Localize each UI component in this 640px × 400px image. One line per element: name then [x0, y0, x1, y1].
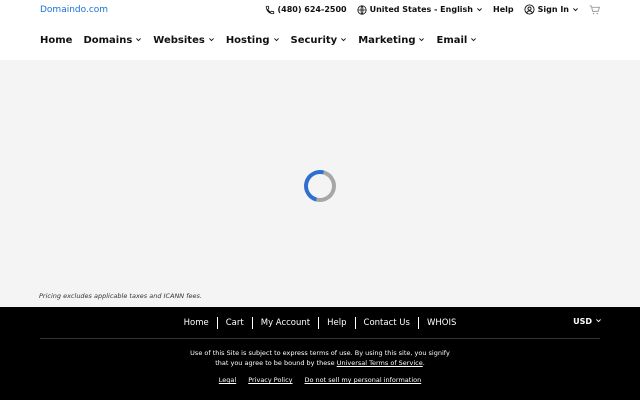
legal-line-2-suffix: .	[422, 359, 425, 367]
globe-icon	[357, 4, 367, 15]
legal-links: Legal Privacy Policy Do not sell my pers…	[0, 376, 640, 384]
footer-link-contact-us[interactable]: Contact Us	[356, 318, 418, 328]
footer-link-help[interactable]: Help	[319, 318, 354, 328]
privacy-policy-link[interactable]: Privacy Policy	[248, 376, 292, 384]
footer-links: Home Cart My Account Help Contact Us WHO…	[0, 317, 640, 329]
legal-disclaimer: Use of this Site is subject to express t…	[0, 348, 640, 368]
chevron-down-icon	[476, 6, 483, 13]
phone-icon	[265, 5, 275, 15]
nav-item-websites[interactable]: Websites	[153, 35, 215, 46]
nav-label: Marketing	[358, 35, 416, 46]
sign-in-label: Sign In	[537, 5, 569, 14]
phone-link[interactable]: (480) 624-2500	[265, 5, 347, 15]
footer-link-cart[interactable]: Cart	[218, 318, 252, 328]
chevron-down-icon	[273, 35, 280, 46]
chevron-down-icon	[208, 35, 215, 46]
nav-item-security[interactable]: Security	[291, 35, 348, 46]
nav-label: Email	[436, 35, 468, 46]
nav-item-marketing[interactable]: Marketing	[358, 35, 425, 46]
brand-logo-link[interactable]: Domaindo.com	[40, 5, 108, 15]
nav-item-hosting[interactable]: Hosting	[226, 35, 280, 46]
sign-in-menu[interactable]: Sign In	[524, 4, 579, 15]
do-not-sell-link[interactable]: Do not sell my personal information	[305, 376, 422, 384]
legal-line-2-prefix: that you agree to be bound by these	[215, 359, 335, 367]
chevron-down-icon	[572, 6, 579, 13]
user-icon	[524, 4, 535, 15]
footer-link-my-account[interactable]: My Account	[253, 318, 318, 328]
chevron-down-icon	[340, 35, 347, 46]
utility-nav: (480) 624-2500 United States - English H…	[265, 4, 600, 15]
top-bar: Domaindo.com (480) 624-2500 United State…	[0, 0, 640, 24]
footer-link-whois[interactable]: WHOIS	[419, 318, 464, 328]
chevron-down-icon	[135, 35, 142, 46]
nav-label: Security	[290, 35, 338, 46]
help-label: Help	[493, 5, 514, 14]
main-content: Pricing excludes applicable taxes and IC…	[0, 60, 640, 307]
nav-item-home[interactable]: Home	[40, 35, 72, 46]
main-nav: Home Domains Websites Hosting Security M…	[40, 35, 477, 46]
terms-of-service-link[interactable]: Universal Terms of Service	[337, 359, 423, 367]
legal-line-2: that you agree to be bound by these Univ…	[0, 358, 640, 368]
currency-selector[interactable]: USD	[573, 317, 602, 326]
loading-spinner	[298, 164, 342, 208]
nav-label: Home	[40, 35, 73, 46]
nav-label: Domains	[83, 35, 133, 46]
chevron-down-icon	[418, 35, 425, 46]
footer-link-home[interactable]: Home	[176, 318, 217, 328]
nav-label: Websites	[153, 35, 205, 46]
currency-label: USD	[573, 317, 592, 326]
nav-item-email[interactable]: Email	[436, 35, 477, 46]
footer-separator	[40, 338, 600, 339]
nav-item-domains[interactable]: Domains	[83, 35, 142, 46]
chevron-down-icon	[470, 35, 477, 46]
locale-label: United States - English	[369, 5, 474, 14]
legal-line-1: Use of this Site is subject to express t…	[190, 349, 450, 357]
locale-selector[interactable]: United States - English	[357, 4, 483, 15]
site-footer: Home Cart My Account Help Contact Us WHO…	[0, 307, 640, 400]
pricing-note: Pricing excludes applicable taxes and IC…	[39, 292, 202, 300]
phone-number: (480) 624-2500	[277, 5, 347, 14]
legal-link[interactable]: Legal	[219, 376, 236, 384]
cart-icon	[589, 4, 600, 15]
help-link[interactable]: Help	[493, 5, 514, 14]
chevron-down-icon	[595, 317, 602, 326]
cart-button[interactable]	[589, 4, 600, 15]
nav-label: Hosting	[225, 35, 270, 46]
